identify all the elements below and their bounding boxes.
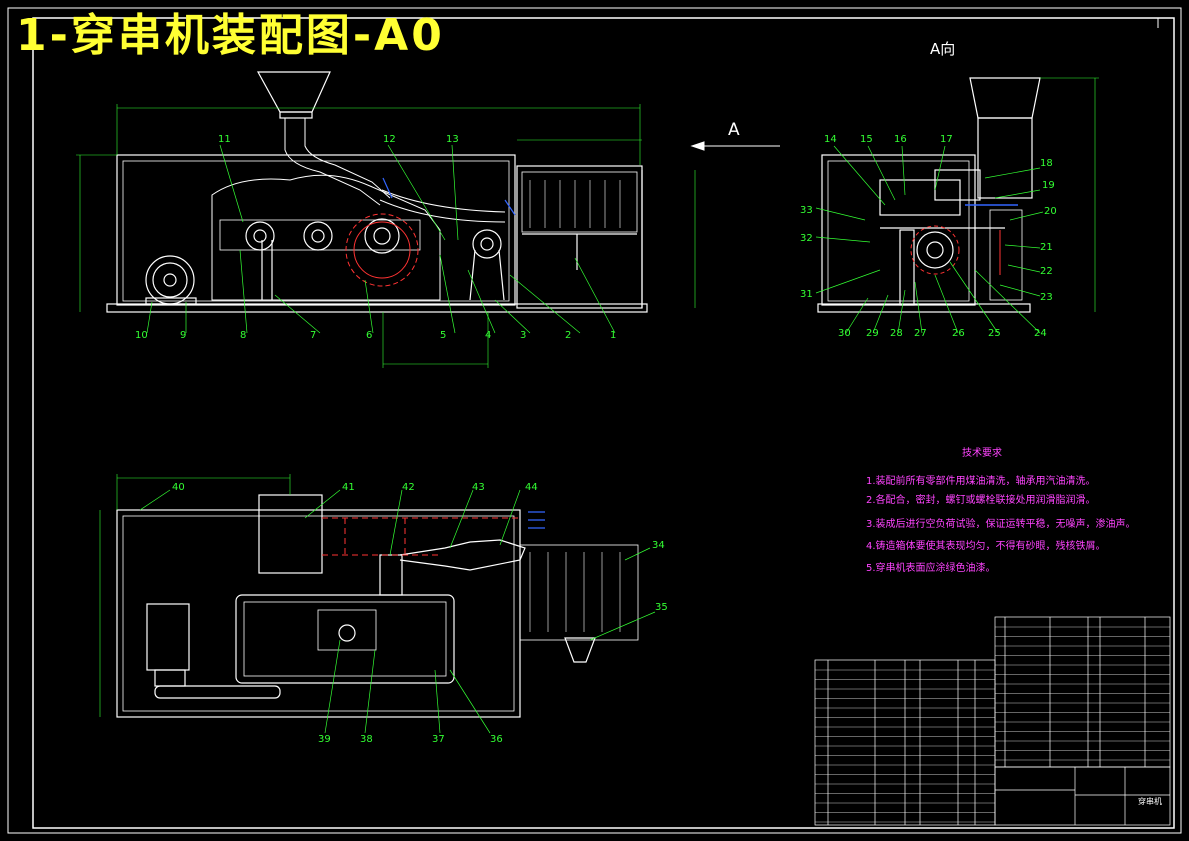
- part-number-label: 36: [490, 734, 503, 745]
- tech-req-5: 5.穿串机表面应涂绿色油漆。: [866, 563, 996, 574]
- part-number-label: 37: [432, 734, 445, 745]
- part-number-label: 23: [1040, 292, 1053, 303]
- side-section: [910, 225, 1001, 275]
- part-number-label: 20: [1044, 206, 1057, 217]
- bom-table: [814, 616, 1171, 826]
- part-number-label: 29: [866, 328, 879, 339]
- part-number-label: 13: [446, 134, 459, 145]
- part-number-label: 25: [988, 328, 1001, 339]
- drawing-title: 1-穿串机装配图-A0: [16, 10, 445, 61]
- assembly-drawing: 1234567891011 12 13 14 15 16 17181920212223242…: [7, 7, 1182, 834]
- part-number-label: 32: [800, 233, 813, 244]
- top-view: [116, 494, 639, 718]
- part-number-label: 38: [360, 734, 373, 745]
- part-number-label: 11: [218, 134, 231, 145]
- part-number-label: 6: [366, 330, 372, 341]
- tech-req-4: 4.铸造箱体要使其表现均匀，不得有砂眼，残核铁屑。: [866, 541, 1106, 552]
- part-number-label: 7: [310, 330, 316, 341]
- arrow-a-label: A: [728, 120, 740, 140]
- part-number-label: 41: [342, 482, 355, 493]
- part-number-label: 21: [1040, 242, 1053, 253]
- part-number-label: 16: [894, 134, 907, 145]
- part-number-label: 26: [952, 328, 965, 339]
- front-hidden-lines: [382, 177, 516, 216]
- top-hidden: [528, 511, 545, 529]
- top-leaders: [139, 489, 656, 734]
- top-section: [322, 517, 520, 556]
- part-number-label: 2: [565, 330, 571, 341]
- part-number-label: 43: [472, 482, 485, 493]
- part-number-label: 30: [838, 328, 851, 339]
- part-number-label: 12: [383, 134, 396, 145]
- part-number-label: 22: [1040, 266, 1053, 277]
- part-number-label: 10: [135, 330, 148, 341]
- part-number-label: 39: [318, 734, 331, 745]
- part-number-label: 1: [610, 330, 616, 341]
- part-number-label: 27: [914, 328, 927, 339]
- part-number-label: 8: [240, 330, 246, 341]
- part-number-label: 40: [172, 482, 185, 493]
- part-number-label: 17: [940, 134, 953, 145]
- part-number-label: 4: [485, 330, 491, 341]
- part-number-label: 44: [525, 482, 538, 493]
- title-block-name: 穿串机: [1138, 797, 1162, 806]
- part-number-label: 35: [655, 602, 668, 613]
- part-number-label: 19: [1042, 180, 1055, 191]
- view-a-label: A向: [930, 40, 956, 58]
- tech-req-3: 3.装成后进行空负荷试验，保证运转平稳，无噪声，渗油声。: [866, 519, 1136, 530]
- part-number-label: 14: [824, 134, 837, 145]
- part-number-label: 28: [890, 328, 903, 339]
- part-number-label: 15: [860, 134, 873, 145]
- part-number-label: 3: [520, 330, 526, 341]
- tech-heading: 技术要求: [962, 448, 1002, 459]
- part-number-label: 42: [402, 482, 415, 493]
- tech-req-2: 2.各配合，密封，螺钉或螺栓联接处用润滑脂润滑。: [866, 495, 1096, 506]
- part-number-label: 31: [800, 289, 813, 300]
- bom-rows: [815, 626, 1170, 823]
- part-number-label: 24: [1034, 328, 1047, 339]
- part-number-label: 9: [180, 330, 186, 341]
- part-number-label: 5: [440, 330, 446, 341]
- part-number-label: 18: [1040, 158, 1053, 169]
- part-number-label: 33: [800, 205, 813, 216]
- side-view: [817, 77, 1041, 313]
- tech-req-1: 1.装配前所有零部件用煤油清洗，轴承用汽油清洗。: [866, 476, 1096, 487]
- part-number-label: 34: [652, 540, 665, 551]
- view-arrow-a: [690, 141, 780, 151]
